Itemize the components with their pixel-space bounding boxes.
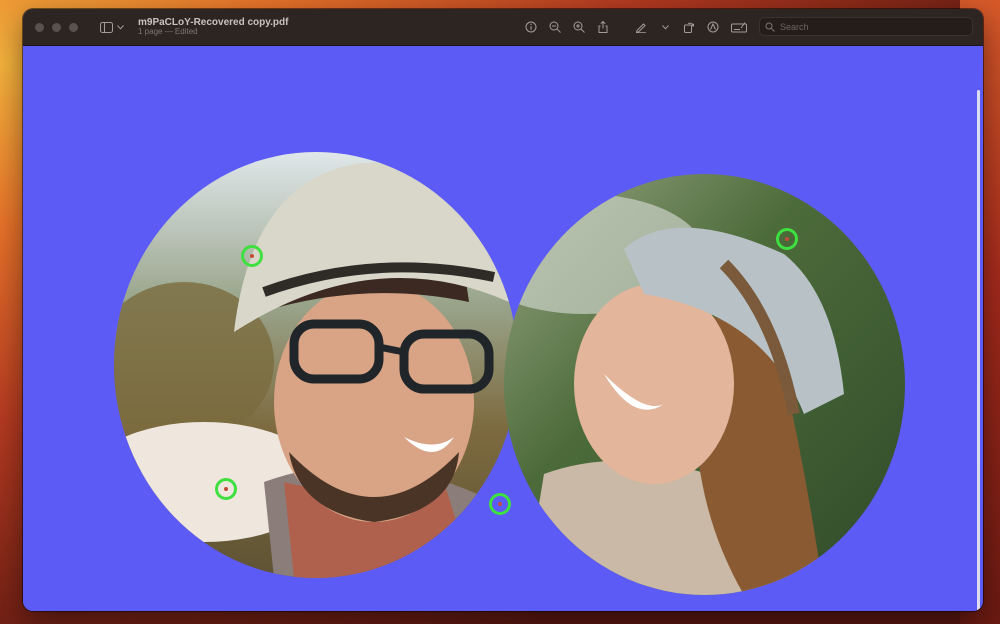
zoom-window-button[interactable] — [69, 22, 78, 32]
document-status: 1 page — Edited — [138, 27, 198, 37]
markup-circle-button[interactable] — [707, 21, 719, 33]
photo-woman-circle[interactable] — [504, 174, 905, 595]
selection-handle-top-left[interactable] — [241, 245, 263, 267]
search-field[interactable] — [759, 17, 973, 36]
selection-handle-bottom-left[interactable] — [215, 478, 237, 500]
markup-circle-icon — [707, 21, 719, 33]
zoom-in-button[interactable] — [573, 21, 585, 33]
selection-handle-bottom-center[interactable] — [489, 493, 511, 515]
photo-man-image — [114, 152, 518, 578]
markup-pen-button[interactable] — [635, 21, 647, 33]
close-window-button[interactable] — [35, 22, 44, 32]
rotate-button[interactable] — [683, 21, 695, 33]
preview-window: m9PaCLoY-Recovered copy.pdf 1 page — Edi… — [23, 9, 983, 611]
zoom-in-icon — [573, 21, 585, 33]
form-fill-button[interactable] — [731, 21, 747, 33]
document-title-block[interactable]: m9PaCLoY-Recovered copy.pdf 1 page — Edi… — [138, 17, 288, 37]
window-controls — [35, 22, 78, 32]
info-icon — [525, 21, 537, 33]
zoom-out-icon — [549, 21, 561, 33]
vertical-scrollbar[interactable] — [977, 90, 980, 611]
document-canvas — [23, 46, 983, 611]
photo-woman-image — [504, 174, 905, 595]
share-icon — [598, 21, 608, 33]
share-button[interactable] — [597, 21, 609, 33]
selection-handle-top-right[interactable] — [776, 228, 798, 250]
form-fill-icon — [731, 22, 747, 33]
rotate-icon — [684, 22, 694, 33]
minimize-window-button[interactable] — [52, 22, 61, 32]
search-icon — [765, 22, 775, 32]
title-bar: m9PaCLoY-Recovered copy.pdf 1 page — Edi… — [23, 9, 983, 46]
zoom-out-button[interactable] — [549, 21, 561, 33]
markup-menu-button[interactable] — [659, 21, 671, 33]
info-button[interactable] — [525, 21, 537, 33]
markup-pen-icon — [635, 23, 646, 33]
toolbar — [525, 9, 747, 45]
sidebar-icon — [100, 21, 113, 33]
chevron-down-icon — [661, 24, 669, 30]
chevron-down-icon — [117, 24, 124, 30]
sidebar-toggle-button[interactable] — [100, 21, 124, 33]
photo-man-circle[interactable] — [114, 152, 518, 578]
search-input[interactable] — [778, 20, 962, 33]
